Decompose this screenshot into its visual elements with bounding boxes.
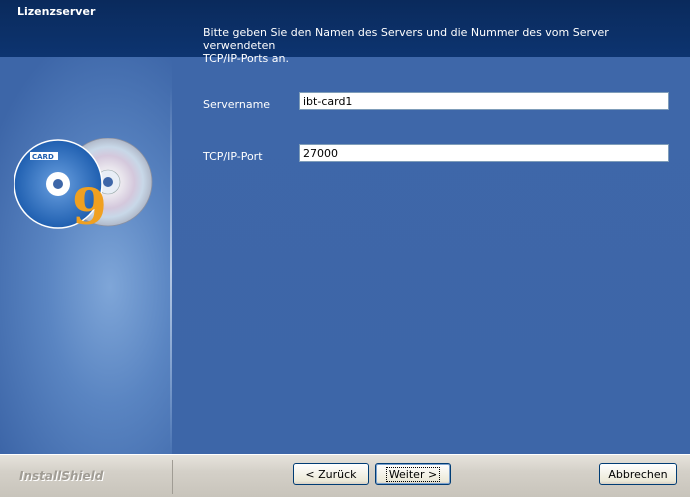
cd-graphic: CARD 9 <box>14 138 153 230</box>
installshield-logo: InstallShield <box>19 469 104 483</box>
page-title: Lizenzserver <box>17 5 96 18</box>
svg-text:CARD: CARD <box>32 153 54 161</box>
port-input[interactable] <box>299 144 669 162</box>
cancel-button[interactable]: Abbrechen <box>599 463 677 485</box>
port-label: TCP/IP-Port <box>203 150 263 163</box>
servername-input[interactable] <box>299 92 669 110</box>
servername-label: Servername <box>203 98 271 111</box>
graphic-panel <box>0 57 172 454</box>
content-panel <box>172 57 690 454</box>
next-button[interactable]: Weiter > <box>375 463 451 485</box>
back-button[interactable]: < Zurück <box>293 463 369 485</box>
instructions-text: Bitte geben Sie den Namen des Servers un… <box>203 26 609 65</box>
main-panel <box>0 57 690 454</box>
svg-text:9: 9 <box>72 177 107 230</box>
